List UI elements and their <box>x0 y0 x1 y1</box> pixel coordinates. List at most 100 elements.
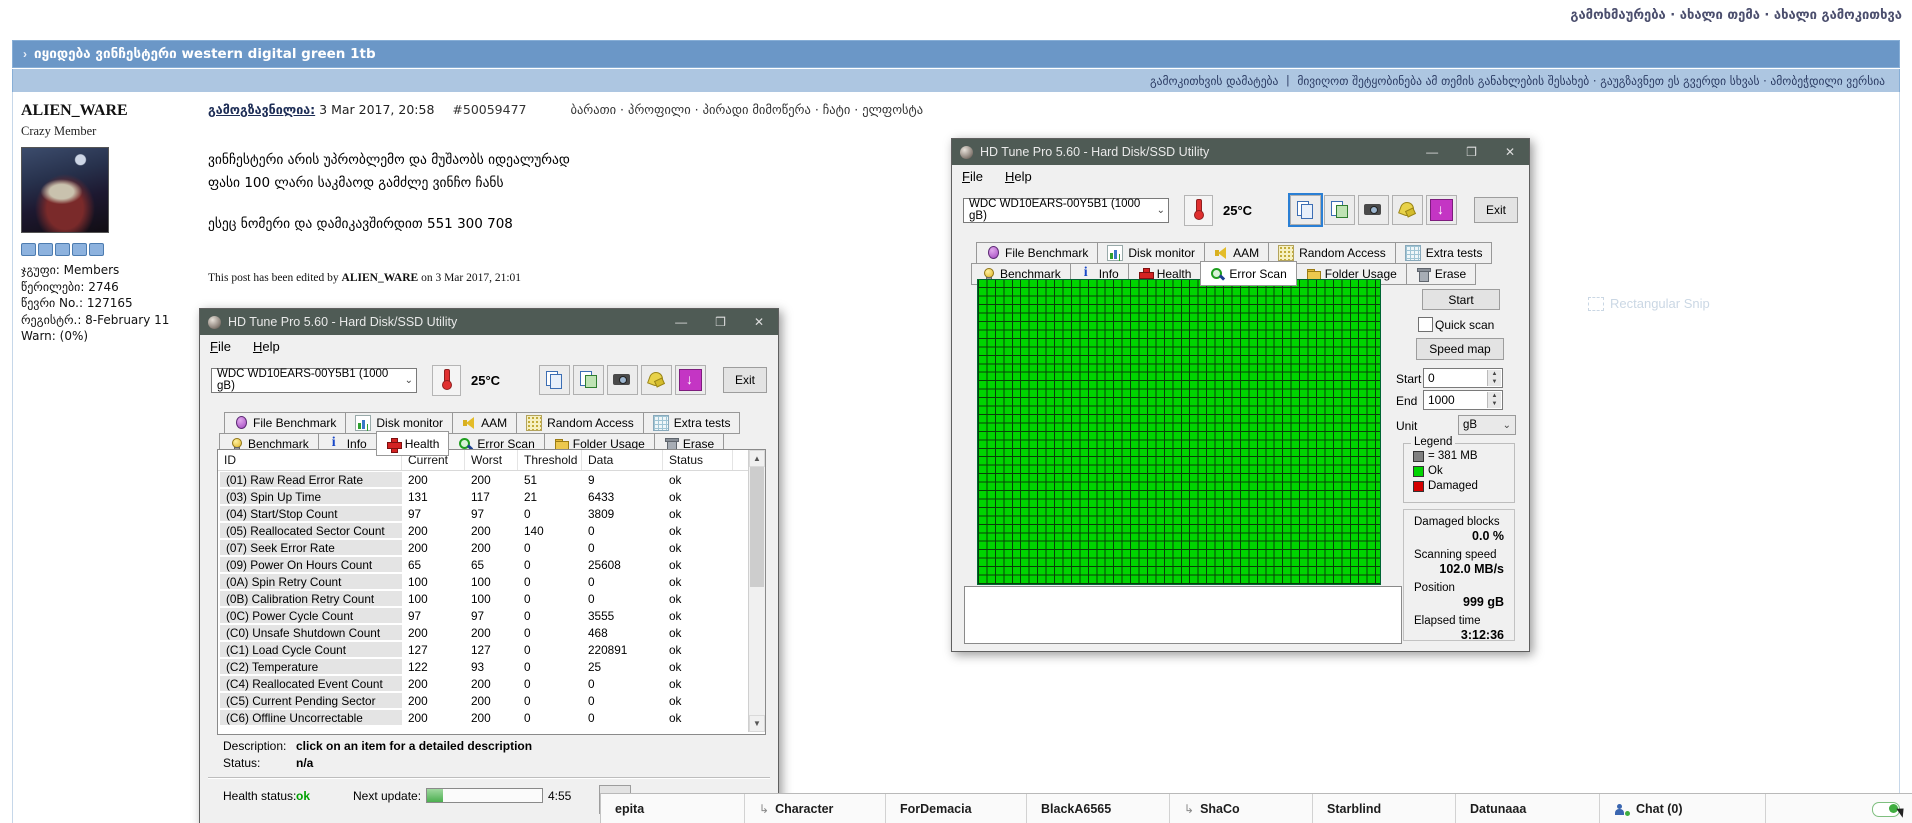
status-value: n/a <box>296 756 313 770</box>
smart-row[interactable]: (C2) Temperature12293025ok <box>218 658 765 675</box>
damaged-blocks-label: Damaged blocks <box>1414 516 1514 528</box>
column-header-id[interactable]: ID <box>218 450 402 470</box>
smart-row[interactable]: (07) Seek Error Rate20020000ok <box>218 539 765 556</box>
hand-button[interactable] <box>641 365 672 395</box>
smart-row[interactable]: (C0) Unsafe Shutdown Count2002000468ok <box>218 624 765 641</box>
tab-file-benchmark[interactable]: File Benchmark <box>976 242 1098 264</box>
close-button[interactable]: ✕ <box>754 316 764 328</box>
smart-row[interactable]: (04) Start/Stop Count979703809ok <box>218 505 765 522</box>
smart-row[interactable]: (0A) Spin Retry Count10010000ok <box>218 573 765 590</box>
cell: 0 <box>582 524 663 538</box>
tab-disk-monitor[interactable]: Disk monitor <box>1097 242 1205 264</box>
column-header-threshold[interactable]: Threshold <box>518 450 582 470</box>
divider <box>208 777 770 779</box>
maximize-button[interactable]: ❒ <box>1466 146 1477 158</box>
copy-add-button[interactable] <box>1324 195 1355 225</box>
cell: ok <box>663 507 733 521</box>
end-position-input[interactable]: 1000 ▲▼ <box>1423 390 1503 410</box>
tab-random-access[interactable]: Random Access <box>516 412 644 434</box>
taskbar-tab-character[interactable]: ↳Character <box>745 794 886 823</box>
taskbar-tab-fordemacia[interactable]: ForDemacia <box>886 794 1027 823</box>
start-scan-button[interactable]: Start <box>1422 289 1500 310</box>
menu-help[interactable]: Help <box>253 339 280 354</box>
maximize-button[interactable]: ❒ <box>715 316 726 328</box>
taskbar-tab-shaco[interactable]: ↳ShaCo <box>1170 794 1313 823</box>
window-titlebar[interactable]: HD Tune Pro 5.60 - Hard Disk/SSD Utility… <box>952 139 1529 165</box>
thermometer-icon[interactable] <box>1184 195 1213 226</box>
error-scan-grid <box>977 279 1381 585</box>
scroll-thumb[interactable] <box>750 467 764 587</box>
smart-row[interactable]: (C4) Reallocated Event Count20020000ok <box>218 675 765 692</box>
taskbar-tab-chat[interactable]: Chat (0) <box>1600 794 1766 823</box>
tab-extra-tests[interactable]: Extra tests <box>643 412 741 434</box>
copy-add-button[interactable] <box>573 365 604 395</box>
cell: ok <box>663 558 733 572</box>
column-header-worst[interactable]: Worst <box>465 450 518 470</box>
copy-icon <box>540 366 569 394</box>
quick-scan-checkbox[interactable] <box>1418 317 1433 332</box>
post-header-links[interactable]: ბარათი · პროფილი · პირადი მიმოწერა · ჩატ… <box>570 102 923 117</box>
start-position-input[interactable]: 0 ▲▼ <box>1423 368 1503 388</box>
chat-label: Chat (0) <box>1636 802 1683 816</box>
menu-file[interactable]: File <box>962 169 983 184</box>
hand-button[interactable] <box>1392 195 1423 225</box>
tab-file-benchmark[interactable]: File Benchmark <box>224 412 346 434</box>
unit-select[interactable]: gB ⌄ <box>1458 415 1516 435</box>
copy-button[interactable] <box>539 365 570 395</box>
drive-select[interactable]: WDC WD10EARS-00Y5B1 (1000 gB) ⌄ <box>211 368 417 393</box>
cell: 0 <box>518 541 582 555</box>
smart-row[interactable]: (03) Spin Up Time131117216433ok <box>218 488 765 505</box>
exit-button[interactable]: Exit <box>1474 197 1518 223</box>
member-title: Crazy Member <box>21 124 196 139</box>
smart-row[interactable]: (C1) Load Cycle Count1271270220891ok <box>218 641 765 658</box>
smart-row[interactable]: (01) Raw Read Error Rate200200519ok <box>218 471 765 488</box>
smart-row[interactable]: (0B) Calibration Retry Count10010000ok <box>218 590 765 607</box>
menu-file[interactable]: File <box>210 339 231 354</box>
thermometer-icon[interactable] <box>432 365 461 396</box>
smart-row[interactable]: (05) Reallocated Sector Count2002001400o… <box>218 522 765 539</box>
add-poll-link[interactable]: გამოკითხვის დამატება <box>1150 74 1278 88</box>
spinner-icon[interactable]: ▲▼ <box>1487 370 1501 386</box>
column-header-status[interactable]: Status <box>663 450 733 470</box>
scroll-down-icon[interactable]: ▼ <box>749 715 765 732</box>
tab-label: File Benchmark <box>253 416 336 430</box>
smart-row[interactable]: (0C) Power Cycle Count979703555ok <box>218 607 765 624</box>
spinner-icon[interactable]: ▲▼ <box>1487 392 1501 408</box>
taskbar-tab-blacka6565[interactable]: BlackA6565 <box>1027 794 1170 823</box>
minimize-button[interactable]: — <box>675 316 687 328</box>
exit-button[interactable]: Exit <box>723 367 767 393</box>
camera-button[interactable] <box>607 365 638 395</box>
tab-health[interactable]: Health <box>376 431 450 456</box>
speed-map-button[interactable]: Speed map <box>1416 338 1504 360</box>
taskbar-tab-datunaaa[interactable]: Datunaaa <box>1456 794 1600 823</box>
username[interactable]: ALIEN_WARE <box>21 102 196 120</box>
posted-link[interactable]: გამოგზავნილია: <box>208 102 315 117</box>
topic-title[interactable]: იყიდება ვინჩესტერი western digital green… <box>34 46 376 62</box>
close-button[interactable]: ✕ <box>1505 146 1515 158</box>
column-header-data[interactable]: Data <box>582 450 663 470</box>
smart-row[interactable]: (C5) Current Pending Sector20020000ok <box>218 692 765 709</box>
drive-select[interactable]: WDC WD10EARS-00Y5B1 (1000 gB) ⌄ <box>963 198 1169 223</box>
subbar-links[interactable]: მივიღოთ შეტყობინება ამ თემის განახლების … <box>1297 74 1885 88</box>
tab-aam[interactable]: AAM <box>452 412 517 434</box>
taskbar-tab-starblind[interactable]: Starblind <box>1313 794 1456 823</box>
download-button[interactable] <box>1426 195 1457 225</box>
scroll-up-icon[interactable]: ▲ <box>749 450 765 467</box>
table-scrollbar[interactable]: ▲ ▼ <box>748 450 765 732</box>
smart-row[interactable]: (C6) Offline Uncorrectable20020000ok <box>218 709 765 726</box>
taskbar-tab-epita[interactable]: epita <box>601 794 745 823</box>
forum-action-links[interactable]: გამოხმაურება · ახალი თემა · ახალი გამოკი… <box>1570 8 1902 23</box>
taskbar-tab-label: Datunaaa <box>1470 802 1526 816</box>
minimize-button[interactable]: — <box>1426 146 1438 158</box>
window-titlebar[interactable]: HD Tune Pro 5.60 - Hard Disk/SSD Utility… <box>200 309 778 335</box>
scan-message-box <box>964 586 1402 644</box>
smart-row[interactable]: (09) Power On Hours Count6565025608ok <box>218 556 765 573</box>
tab-extra-tests[interactable]: Extra tests <box>1395 242 1493 264</box>
download-button[interactable] <box>675 365 706 395</box>
copy-button[interactable] <box>1290 195 1321 225</box>
menu-help[interactable]: Help <box>1005 169 1032 184</box>
tab-erase[interactable]: Erase <box>1406 263 1476 285</box>
camera-button[interactable] <box>1358 195 1389 225</box>
post-id[interactable]: #50059477 <box>452 102 526 117</box>
tab-error-scan[interactable]: Error Scan <box>1200 261 1296 286</box>
